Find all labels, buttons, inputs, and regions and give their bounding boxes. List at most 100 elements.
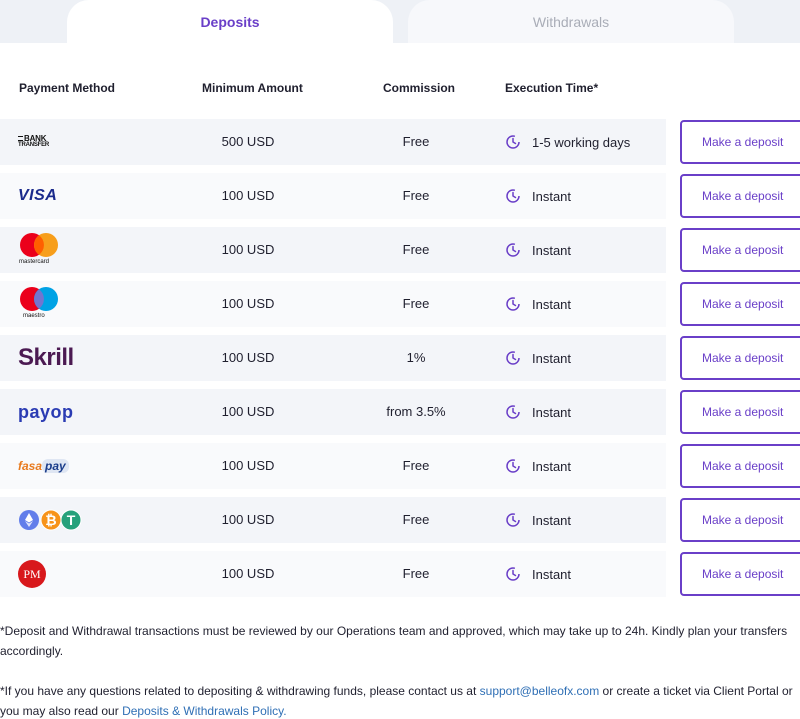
header-minimum-amount: Minimum Amount bbox=[202, 81, 303, 95]
minimum-amount: 100 USD bbox=[221, 242, 275, 257]
minimum-amount: 100 USD bbox=[221, 404, 275, 419]
make-deposit-button[interactable]: Make a deposit bbox=[680, 282, 800, 326]
minimum-amount: 100 USD bbox=[221, 512, 275, 527]
skrill-logo-text: Skrill bbox=[18, 344, 74, 371]
table-row: VISA 100 USD Free Instant Make a deposit bbox=[0, 173, 800, 219]
payop-logo-text: payop bbox=[18, 401, 74, 422]
svg-text:₿: ₿ bbox=[45, 512, 56, 528]
payop-logo: payop bbox=[18, 389, 98, 435]
execution-time: Instant bbox=[505, 401, 571, 423]
mastercard-logo-text: mastercard bbox=[19, 259, 50, 265]
fasapay-logo: fasa pay bbox=[18, 443, 98, 489]
clock-icon bbox=[506, 405, 520, 419]
make-deposit-button[interactable]: Make a deposit bbox=[680, 498, 800, 542]
visa-logo-text: VISA bbox=[18, 187, 58, 204]
table-row: mastercard 100 USD Free Instant Make a d… bbox=[0, 227, 800, 273]
make-deposit-button[interactable]: Make a deposit bbox=[680, 390, 800, 434]
execution-time-text: Instant bbox=[532, 188, 572, 204]
execution-time: Instant bbox=[505, 455, 571, 477]
mastercard-circles-icon bbox=[20, 233, 58, 257]
commission: Free bbox=[402, 296, 430, 311]
execution-time: Instant bbox=[505, 293, 571, 315]
skrill-logo: Skrill bbox=[18, 335, 98, 381]
maestro-circles-icon bbox=[20, 287, 58, 311]
bank-logo-text: BANK bbox=[24, 134, 47, 143]
make-deposit-button[interactable]: Make a deposit bbox=[680, 228, 800, 272]
commission: Free bbox=[402, 242, 430, 257]
table-row: fasa pay 100 USD Free Instant Make a depo… bbox=[0, 443, 800, 489]
tab-deposits[interactable]: Deposits bbox=[67, 0, 393, 43]
execution-time-text: 1-5 working days bbox=[532, 134, 631, 150]
make-deposit-button[interactable]: Make a deposit bbox=[680, 174, 800, 218]
table-row: payop 100 USD from 3.5% Instant Make a d… bbox=[0, 389, 800, 435]
execution-time: Instant bbox=[505, 509, 571, 531]
header-payment-method: Payment Method bbox=[19, 81, 116, 95]
clock-icon bbox=[506, 189, 520, 203]
execution-time: Instant bbox=[505, 239, 571, 261]
execution-time-text: Instant bbox=[532, 404, 572, 420]
table-row: PM 100 USD Free Instant Make a deposit bbox=[0, 551, 800, 597]
table-header: Payment Method Minimum Amount Commission… bbox=[0, 78, 800, 100]
visa-logo: VISA bbox=[18, 173, 98, 219]
table-row: maestro 100 USD Free Instant Make a depo… bbox=[0, 281, 800, 327]
tab-withdrawals[interactable]: Withdrawals bbox=[408, 0, 734, 43]
table-row: BANK TRANSFER 500 USD Free 1-5 working d… bbox=[0, 119, 800, 165]
maestro-logo: maestro bbox=[18, 281, 98, 327]
support-email-link[interactable]: support@belleofx.com bbox=[480, 684, 600, 698]
transfer-logo-text: TRANSFER bbox=[18, 142, 50, 148]
clock-icon bbox=[506, 567, 520, 581]
header-execution-time: Execution Time* bbox=[505, 81, 599, 95]
review-note: *Deposit and Withdrawal transactions mus… bbox=[0, 624, 788, 658]
clock-icon bbox=[506, 351, 520, 365]
commission: Free bbox=[402, 512, 430, 527]
clock-icon bbox=[506, 459, 520, 473]
crypto-logo: ₿ T bbox=[18, 497, 98, 543]
table-row: ₿ T 100 USD Free Instant Make a deposit bbox=[0, 497, 800, 543]
make-deposit-button[interactable]: Make a deposit bbox=[680, 336, 800, 380]
fasapay-logo-text-fasa: fasa bbox=[18, 459, 43, 473]
execution-time: 1-5 working days bbox=[505, 131, 630, 153]
perfect-money-logo: PM bbox=[18, 551, 98, 597]
commission: Free bbox=[402, 566, 430, 581]
tabs-bar: Deposits Withdrawals bbox=[0, 0, 800, 43]
commission: Free bbox=[402, 134, 430, 149]
clock-icon bbox=[506, 243, 520, 257]
make-deposit-button[interactable]: Make a deposit bbox=[680, 444, 800, 488]
contact-note: *If you have any questions related to de… bbox=[0, 681, 800, 719]
commission: 1% bbox=[406, 350, 426, 365]
bank-transfer-logo: BANK TRANSFER bbox=[18, 119, 98, 165]
make-deposit-button[interactable]: Make a deposit bbox=[680, 552, 800, 596]
minimum-amount: 500 USD bbox=[221, 134, 275, 149]
svg-text:T: T bbox=[67, 512, 76, 528]
execution-time-text: Instant bbox=[532, 350, 572, 366]
execution-time-text: Instant bbox=[532, 566, 572, 582]
fasapay-logo-text-pay: pay bbox=[42, 459, 69, 473]
mastercard-logo: mastercard bbox=[18, 227, 98, 273]
minimum-amount: 100 USD bbox=[221, 350, 275, 365]
minimum-amount: 100 USD bbox=[221, 296, 275, 311]
crypto-coins-icon: ₿ T bbox=[19, 509, 82, 531]
execution-time-text: Instant bbox=[532, 296, 572, 312]
contact-note-prefix: *If you have any questions related to de… bbox=[0, 684, 480, 698]
header-commission: Commission bbox=[383, 81, 456, 95]
execution-time: Instant bbox=[505, 185, 571, 207]
perfect-money-logo-text: PM bbox=[23, 566, 41, 581]
execution-time-text: Instant bbox=[532, 242, 572, 258]
execution-time-text: Instant bbox=[532, 458, 572, 474]
commission: from 3.5% bbox=[386, 404, 446, 419]
clock-icon bbox=[506, 135, 520, 149]
policy-link[interactable]: Deposits & Withdrawals Policy. bbox=[122, 704, 287, 718]
minimum-amount: 100 USD bbox=[221, 566, 275, 581]
commission: Free bbox=[402, 458, 430, 473]
commission: Free bbox=[402, 188, 430, 203]
make-deposit-button[interactable]: Make a deposit bbox=[680, 120, 800, 164]
maestro-logo-text: maestro bbox=[23, 313, 45, 319]
minimum-amount: 100 USD bbox=[221, 458, 275, 473]
execution-time: Instant bbox=[505, 563, 571, 585]
execution-time-text: Instant bbox=[532, 512, 572, 528]
clock-icon bbox=[506, 297, 520, 311]
execution-time: Instant bbox=[505, 347, 571, 369]
minimum-amount: 100 USD bbox=[221, 188, 275, 203]
table-row: Skrill 100 USD 1% Instant Make a deposit bbox=[0, 335, 800, 381]
clock-icon bbox=[506, 513, 520, 527]
